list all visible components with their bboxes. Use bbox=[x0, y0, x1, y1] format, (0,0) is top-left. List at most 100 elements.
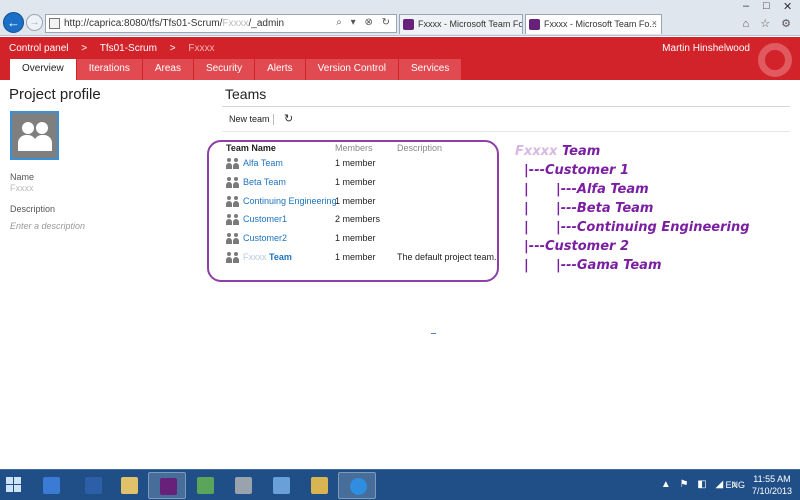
name-label: Name bbox=[10, 172, 35, 182]
url-text[interactable]: http://caprica:8080/tfs/Tfs01-Scrum/Fxxx… bbox=[64, 18, 284, 29]
back-arrow-icon: ← bbox=[7, 15, 20, 30]
taskbar-internet-explorer[interactable] bbox=[338, 472, 376, 499]
taskbar-powershell[interactable] bbox=[74, 472, 112, 499]
breadcrumb: Control panel > Tfs01-Scrum > Fxxxx bbox=[9, 43, 224, 54]
browser-chrome: ← → http://caprica:8080/tfs/Tfs01-Scrum/… bbox=[0, 0, 800, 36]
visual-studio-icon bbox=[160, 478, 177, 495]
start-button[interactable] bbox=[6, 477, 22, 493]
team-icon bbox=[226, 233, 239, 244]
team-icon bbox=[226, 252, 239, 263]
forward-arrow-icon: → bbox=[29, 17, 40, 28]
team-hierarchy-annotation: Fxxxx Team |---Customer 1 | |---Alfa Tea… bbox=[515, 144, 750, 277]
teams-title: Teams bbox=[225, 86, 267, 102]
toolbar-separator bbox=[273, 114, 274, 125]
close-window-button[interactable]: ✕ bbox=[783, 0, 792, 13]
team-name-link[interactable]: Customer1 bbox=[243, 214, 287, 224]
tab-security[interactable]: Security bbox=[193, 59, 255, 80]
browser-tab-label: Fxxxx - Microsoft Team Fo... bbox=[544, 19, 657, 29]
back-button[interactable]: ← bbox=[3, 12, 24, 33]
table-row[interactable]: Fxxxx Team 1 member The default project … bbox=[226, 251, 497, 267]
annotation-line: Fxxxx Team bbox=[515, 144, 601, 159]
team-name-link[interactable]: Alfa Team bbox=[243, 158, 283, 168]
project-name-value: Fxxxx bbox=[10, 183, 34, 193]
tab-close-icon[interactable]: × bbox=[652, 18, 657, 28]
annotation-line: | |---Gama Team bbox=[515, 258, 662, 273]
team-name-link[interactable]: Fxxxx Team bbox=[243, 252, 292, 262]
internet-explorer-icon bbox=[350, 478, 367, 495]
folder-icon bbox=[121, 477, 138, 494]
clock-time: 11:55 AM bbox=[753, 474, 791, 484]
breadcrumb-project[interactable]: Fxxxx bbox=[188, 43, 214, 54]
team-members: 1 member bbox=[335, 252, 376, 262]
project-avatar-icon[interactable] bbox=[10, 111, 59, 160]
breadcrumb-collection[interactable]: Tfs01-Scrum bbox=[100, 43, 157, 54]
team-name-link[interactable]: Continuing Engineering bbox=[243, 196, 337, 206]
tab-iterations[interactable]: Iterations bbox=[76, 59, 142, 80]
visual-studio-icon bbox=[403, 19, 414, 30]
taskbar-app[interactable] bbox=[224, 472, 262, 499]
page-favicon-icon bbox=[49, 18, 60, 29]
visual-studio-icon bbox=[529, 19, 540, 30]
loading-indicator bbox=[431, 333, 436, 334]
tab-overview[interactable]: Overview bbox=[10, 59, 76, 80]
browser-toolbar-icons[interactable]: ⌂ ☆ ⚙ bbox=[743, 17, 795, 30]
tab-alerts[interactable]: Alerts bbox=[255, 59, 305, 80]
annotation-line: |---Customer 1 bbox=[515, 163, 630, 178]
team-name-link[interactable]: Beta Team bbox=[243, 177, 286, 187]
team-members: 1 member bbox=[335, 177, 376, 187]
language-indicator[interactable]: ENG bbox=[725, 480, 745, 490]
address-controls[interactable]: ⌕ ▾ ⊗ ↻ bbox=[336, 17, 393, 28]
server-manager-icon bbox=[43, 477, 60, 494]
clock-date: 7/10/2013 bbox=[751, 486, 792, 496]
team-description: The default project team. bbox=[397, 252, 497, 262]
taskbar-app[interactable] bbox=[262, 472, 300, 499]
admin-tabs: Overview Iterations Areas Security Alert… bbox=[10, 59, 462, 80]
breadcrumb-control-panel[interactable]: Control panel bbox=[9, 43, 68, 54]
taskbar-server-manager[interactable] bbox=[32, 472, 70, 499]
address-bar[interactable]: http://caprica:8080/tfs/Tfs01-Scrum/Fxxx… bbox=[45, 14, 397, 33]
column-header-team-name[interactable]: Team Name bbox=[226, 143, 276, 153]
app-icon bbox=[235, 477, 252, 494]
tab-areas[interactable]: Areas bbox=[142, 59, 193, 80]
column-header-members[interactable]: Members bbox=[335, 143, 373, 153]
maximize-button[interactable]: □ bbox=[763, 0, 770, 12]
team-icon bbox=[226, 177, 239, 188]
taskbar-app[interactable] bbox=[186, 472, 224, 499]
gear-icon bbox=[758, 43, 792, 77]
annotation-line: |---Customer 2 bbox=[515, 239, 630, 254]
taskbar-visual-studio[interactable] bbox=[148, 472, 186, 499]
team-members: 1 member bbox=[335, 196, 376, 206]
user-name[interactable]: Martin Hinshelwood bbox=[662, 43, 750, 54]
team-icon bbox=[226, 196, 239, 207]
table-row[interactable]: Beta Team 1 member bbox=[226, 176, 496, 192]
breadcrumb-separator: > bbox=[169, 43, 176, 54]
description-input[interactable]: Enter a description bbox=[10, 221, 85, 231]
annotation-line: | |---Beta Team bbox=[515, 201, 654, 216]
refresh-icon[interactable]: ↻ bbox=[284, 112, 293, 125]
clock[interactable]: 11:55 AM 7/10/2013 bbox=[752, 473, 792, 497]
table-row[interactable]: Continuing Engineering 1 member bbox=[226, 195, 496, 211]
taskbar: ▲ ⚑ ◧ ◢ ♪ ENG 11:55 AM 7/10/2013 bbox=[0, 469, 800, 500]
tab-version-control[interactable]: Version Control bbox=[305, 59, 399, 80]
annotation-line: | |---Continuing Engineering bbox=[515, 220, 750, 235]
app-icon bbox=[273, 477, 290, 494]
annotation-line: | |---Alfa Team bbox=[515, 182, 649, 197]
table-row[interactable]: Customer1 2 members bbox=[226, 213, 496, 229]
table-row[interactable]: Customer2 1 member bbox=[226, 232, 496, 248]
new-team-button[interactable]: New team bbox=[229, 114, 270, 124]
tfs-header: Control panel > Tfs01-Scrum > Fxxxx Mart… bbox=[0, 37, 800, 80]
forward-button[interactable]: → bbox=[26, 14, 43, 31]
tab-services[interactable]: Services bbox=[399, 59, 462, 80]
breadcrumb-separator: > bbox=[81, 43, 88, 54]
minimize-button[interactable]: – bbox=[743, 0, 749, 12]
app-icon bbox=[197, 477, 214, 494]
browser-tab-2[interactable]: Fxxxx - Microsoft Team Fo... × bbox=[525, 14, 662, 34]
taskbar-explorer[interactable] bbox=[110, 472, 148, 499]
table-row[interactable]: Alfa Team 1 member bbox=[226, 157, 496, 173]
taskbar-app[interactable] bbox=[300, 472, 338, 499]
column-header-description[interactable]: Description bbox=[397, 143, 442, 153]
team-icon bbox=[226, 214, 239, 225]
team-name-link[interactable]: Customer2 bbox=[243, 233, 287, 243]
browser-tab-1[interactable]: Fxxxx - Microsoft Team Fou... bbox=[399, 14, 523, 34]
powershell-icon bbox=[85, 477, 102, 494]
